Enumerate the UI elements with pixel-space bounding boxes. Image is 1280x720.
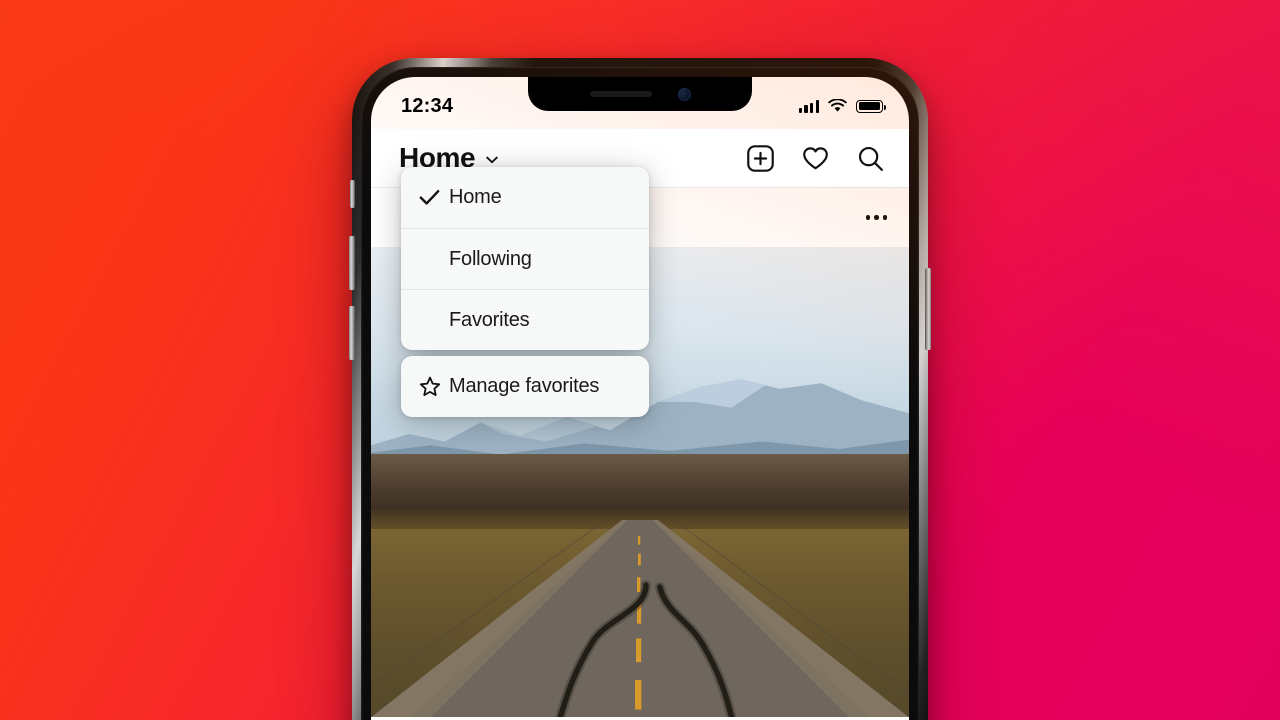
phone-device-frame: 12:34 Home Home Following Favorites Mana… bbox=[349, 58, 931, 720]
check-icon bbox=[419, 189, 449, 206]
silence-switch-button[interactable] bbox=[350, 180, 355, 208]
menu-item-label: Favorites bbox=[449, 308, 530, 331]
power-button[interactable] bbox=[925, 268, 931, 350]
earpiece-speaker-icon bbox=[589, 91, 652, 97]
header-actions bbox=[746, 144, 885, 173]
wifi-icon bbox=[828, 99, 847, 112]
search-icon[interactable] bbox=[856, 144, 885, 173]
status-bar-clock: 12:34 bbox=[401, 94, 454, 117]
battery-full-icon bbox=[856, 99, 886, 113]
menu-item-favorites[interactable]: Favorites bbox=[401, 289, 649, 350]
menu-item-label: Following bbox=[449, 247, 532, 270]
chevron-down-icon bbox=[486, 156, 498, 164]
menu-item-home[interactable]: Home bbox=[401, 167, 649, 228]
star-icon bbox=[419, 376, 449, 397]
photo-highway bbox=[371, 519, 909, 717]
front-camera-icon bbox=[677, 87, 691, 101]
status-bar-indicators bbox=[798, 99, 886, 113]
cellular-signal-icon bbox=[798, 99, 819, 113]
screenshot-canvas: 12:34 Home Home Following Favorites Mana… bbox=[0, 0, 1280, 720]
plus-square-icon[interactable] bbox=[746, 144, 775, 173]
menu-item-label: Manage favorites bbox=[449, 375, 600, 397]
volume-up-button[interactable] bbox=[349, 236, 355, 290]
feed-selector-dropdown: Home Following Favorites Manage favorite… bbox=[401, 167, 649, 417]
menu-item-label: Home bbox=[449, 186, 502, 208]
more-options-icon[interactable]: More options bbox=[865, 215, 887, 220]
volume-down-button[interactable] bbox=[349, 306, 355, 360]
device-notch bbox=[528, 77, 752, 111]
menu-item-following[interactable]: Following bbox=[401, 228, 649, 289]
manage-group: Manage favorites bbox=[401, 356, 649, 417]
phone-screen: 12:34 Home Home Following Favorites Mana… bbox=[371, 77, 909, 720]
menu-item-manage-favorites[interactable]: Manage favorites bbox=[401, 356, 649, 417]
heart-icon[interactable] bbox=[801, 144, 830, 173]
feed-selector-group: Home Following Favorites bbox=[401, 167, 649, 350]
